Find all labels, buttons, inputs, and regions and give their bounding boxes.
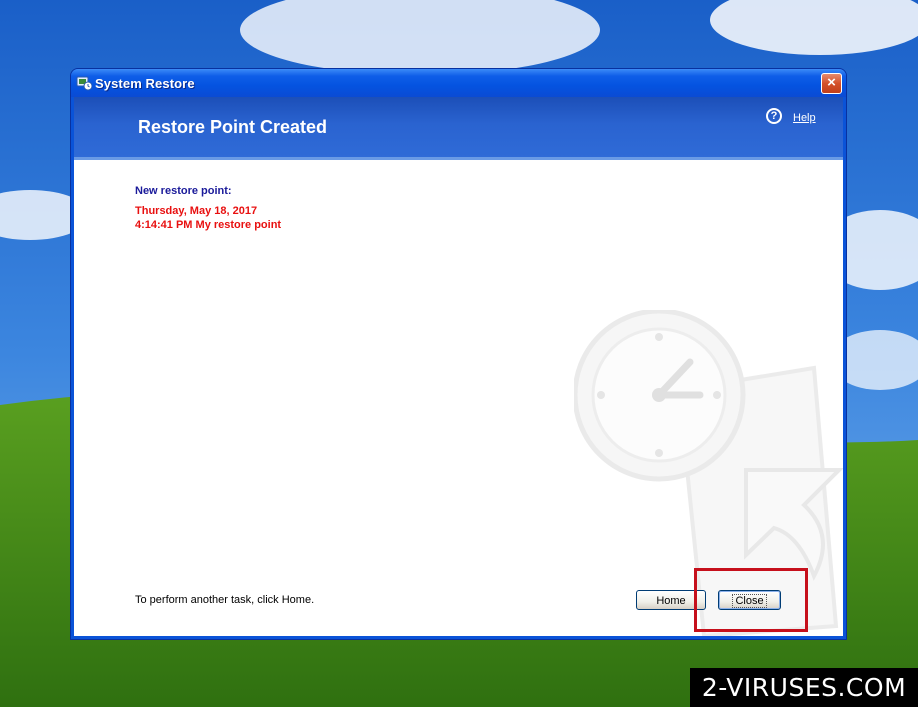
- restore-point-date: Thursday, May 18, 2017: [135, 205, 258, 217]
- content-area: New restore point: Thursday, May 18, 201…: [74, 160, 843, 636]
- system-restore-icon: [76, 76, 92, 91]
- instruction-text: To perform another task, click Home.: [135, 594, 315, 606]
- restore-point-time-name: 4:14:41 PM My restore point: [135, 219, 282, 231]
- title-bar[interactable]: System Restore ×: [71, 69, 846, 97]
- dialog-body: Restore Point Created ? Help New restore…: [74, 97, 843, 636]
- page-header: Restore Point Created ? Help: [74, 97, 843, 160]
- new-restore-point-label: New restore point:: [135, 185, 232, 197]
- highlight-annotation-box: [694, 568, 808, 632]
- help-icon[interactable]: ?: [766, 108, 782, 124]
- window-title: System Restore: [95, 76, 195, 91]
- system-restore-window: System Restore × Restore Point Created ?…: [71, 69, 846, 639]
- site-watermark: 2-VIRUSES.COM: [690, 668, 918, 707]
- help-link[interactable]: Help: [793, 112, 816, 124]
- page-title: Restore Point Created: [138, 117, 328, 137]
- close-icon[interactable]: ×: [821, 73, 842, 94]
